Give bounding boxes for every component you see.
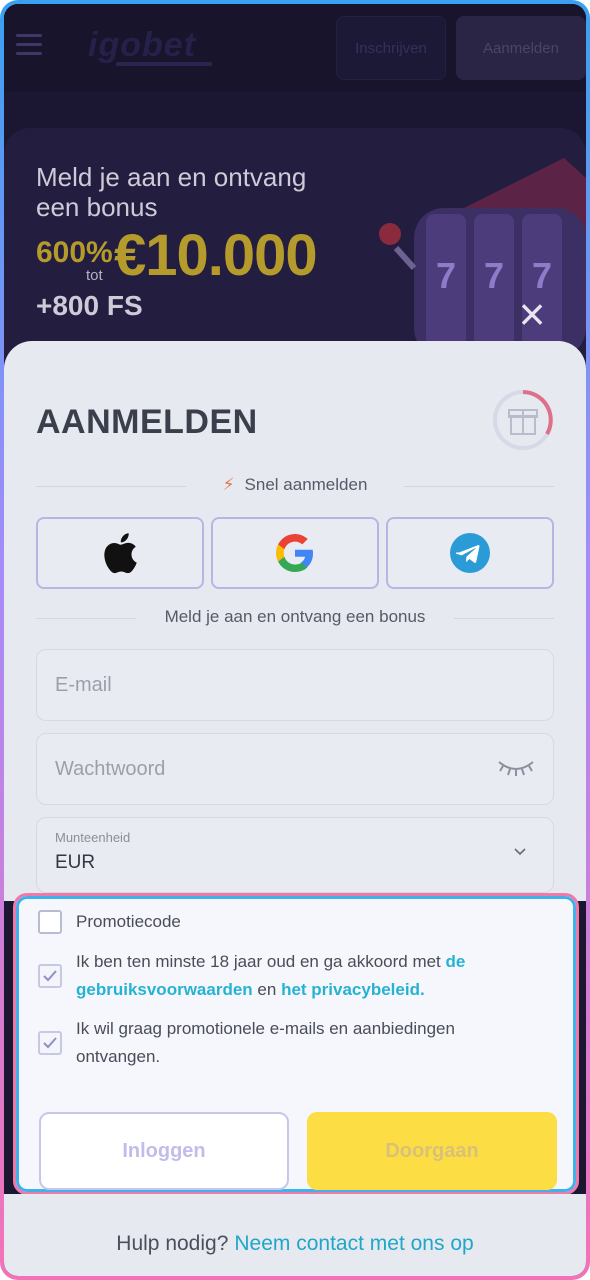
- continue-button[interactable]: Doorgaan: [307, 1112, 557, 1190]
- privacy-link[interactable]: het privacybeleid.: [281, 980, 425, 999]
- marketing-checkbox[interactable]: [38, 1031, 62, 1055]
- currency-value: EUR: [55, 852, 96, 873]
- login-button[interactable]: Inloggen: [39, 1112, 289, 1190]
- bonus-tot: tot: [86, 267, 103, 284]
- currency-label: Munteenheid: [55, 830, 131, 845]
- terms-prefix: Ik ben ten minste 18 jaar oud en ga akko…: [76, 952, 441, 971]
- contact-link[interactable]: Neem contact met ons op: [234, 1232, 473, 1255]
- top-navigation: igobet Inschrijven Aanmelden: [4, 4, 586, 92]
- password-field[interactable]: Wachtwoord: [36, 733, 554, 805]
- google-signup-button[interactable]: [211, 517, 379, 589]
- gift-icon[interactable]: [492, 389, 554, 451]
- promo-code-checkbox[interactable]: [38, 910, 62, 934]
- banner-title-line-2: een bonus: [36, 192, 158, 222]
- promo-code-row[interactable]: Promotiecode: [38, 908, 538, 938]
- email-field[interactable]: E-mail: [36, 649, 554, 721]
- email-placeholder: E-mail: [55, 674, 112, 696]
- checkmark-icon: [43, 970, 57, 982]
- marketing-label: Ik wil graag promotionele e-mails en aan…: [76, 1019, 455, 1066]
- apple-signup-button[interactable]: [36, 517, 204, 589]
- bonus-percent: 600%: [36, 236, 113, 269]
- google-icon: [276, 534, 313, 572]
- register-button[interactable]: Inschrijven: [336, 16, 446, 80]
- terms-row: Ik ben ten minste 18 jaar oud en ga akko…: [38, 948, 558, 1008]
- promo-code-label: Promotiecode: [76, 912, 181, 931]
- close-icon[interactable]: ×: [502, 286, 562, 342]
- bolt-icon: ⚡: [222, 475, 235, 494]
- quick-signup-label: Snel aanmelden: [244, 475, 368, 494]
- bonus-subheading-text: Meld je aan en ontvang een bonus: [164, 607, 426, 626]
- telegram-signup-button[interactable]: [386, 517, 554, 589]
- consent-panel: Promotiecode Ik ben ten minste 18 jaar o…: [13, 893, 579, 1195]
- chevron-down-icon: [514, 848, 526, 856]
- menu-icon[interactable]: [16, 34, 42, 55]
- eye-closed-icon[interactable]: [497, 756, 535, 780]
- help-footer: Hulp nodig? Neem contact met ons op: [4, 1232, 586, 1256]
- apple-icon: [104, 533, 137, 574]
- telegram-icon: [450, 533, 490, 573]
- bonus-subheading: Meld je aan en ontvang een bonus: [36, 607, 554, 631]
- banner-title: Meld je aan en ontvang een bonus: [36, 162, 306, 222]
- terms-and: en: [257, 980, 277, 999]
- logo: igobet: [88, 26, 196, 64]
- login-top-button[interactable]: Aanmelden: [456, 16, 586, 80]
- help-question: Hulp nodig?: [116, 1232, 229, 1255]
- marketing-row: Ik wil graag promotionele e-mails en aan…: [38, 1015, 558, 1075]
- screen: igobet Inschrijven Aanmelden Meld je aan…: [4, 4, 586, 1276]
- quick-signup-divider: ⚡ Snel aanmelden: [36, 475, 554, 499]
- free-spins: +800 FS: [36, 290, 143, 321]
- page-title: AANMELDEN: [36, 403, 258, 441]
- currency-select[interactable]: Munteenheid EUR: [36, 817, 554, 893]
- bonus-amount: €10.000: [114, 223, 318, 288]
- signup-sheet: AANMELDEN ⚡ Snel aanmelden Meld je aan e…: [4, 341, 586, 901]
- banner-title-line-1: Meld je aan en ontvang: [36, 162, 307, 192]
- terms-label: Ik ben ten minste 18 jaar oud en ga akko…: [76, 948, 556, 1004]
- terms-checkbox[interactable]: [38, 964, 62, 988]
- promo-banner: Meld je aan en ontvang een bonus 600% to…: [4, 128, 586, 368]
- logo-underline: [116, 62, 212, 66]
- device-frame: igobet Inschrijven Aanmelden Meld je aan…: [0, 0, 590, 1280]
- checkmark-icon: [43, 1037, 57, 1049]
- svg-text:7: 7: [436, 255, 456, 296]
- password-placeholder: Wachtwoord: [55, 758, 166, 780]
